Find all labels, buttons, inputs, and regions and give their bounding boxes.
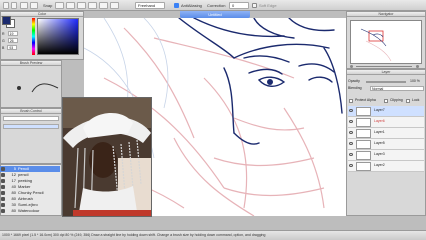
- blending-label: Blending: [348, 86, 362, 90]
- snap-vanishing-button[interactable]: [66, 2, 75, 9]
- zoom-out-icon[interactable]: [350, 65, 353, 68]
- brush-preview-title: Brush Preview: [1, 61, 61, 66]
- layer-thumbnail: [356, 140, 371, 149]
- rgb-green-label: G: [2, 39, 5, 43]
- rgb-green-field[interactable]: 26: [7, 38, 18, 43]
- layer-name: Layer5: [374, 141, 385, 145]
- layer-item[interactable]: Layer6: [348, 117, 424, 128]
- rgb-blue-row: B 93: [2, 45, 18, 50]
- antialiasing-label: AntiAliasing: [181, 3, 202, 8]
- antialiasing-checkbox[interactable]: [174, 3, 179, 8]
- snap-circle-button[interactable]: [88, 2, 97, 9]
- soft-edge-checkbox[interactable]: [252, 3, 257, 8]
- reference-photo-image: [63, 98, 151, 216]
- brush-control-title: Brush Control: [1, 109, 61, 114]
- lock-checkbox[interactable]: [406, 99, 410, 103]
- layer-name: Layer1: [374, 130, 385, 134]
- reference-photo[interactable]: [62, 97, 152, 217]
- layer-thumbnail: [356, 151, 371, 160]
- brush-icon: [1, 166, 5, 171]
- eye-icon[interactable]: [349, 142, 353, 145]
- correction-label: Correction: [207, 3, 226, 8]
- layer-item[interactable]: Layer1: [348, 128, 424, 139]
- snap-off-button[interactable]: [20, 2, 28, 9]
- status-bar: 1000 * 1669 pixel (1.5 * 16.0cm) 300 dpi…: [0, 230, 426, 240]
- navigator-title: Navigator: [347, 12, 425, 17]
- brush-icon: [1, 190, 5, 195]
- opacity-value: 100 %: [410, 79, 420, 83]
- protect-alpha-checkbox[interactable]: [349, 99, 353, 103]
- snap-radial-button[interactable]: [77, 2, 86, 9]
- eye-icon[interactable]: [349, 164, 353, 167]
- layer-panel-title: Layer: [347, 70, 425, 75]
- rgb-red-label: R: [2, 32, 5, 36]
- layer-thumbnail: [356, 107, 371, 116]
- color-panel-title: Color: [1, 12, 83, 17]
- layer-name: Layer6: [374, 119, 385, 123]
- navigator-thumbnail: [360, 28, 392, 62]
- rgb-red-row: R 19: [2, 31, 18, 36]
- brush-icon: [1, 178, 5, 183]
- navigator-preview[interactable]: [350, 20, 422, 64]
- correction-select[interactable]: 0: [229, 2, 249, 9]
- layer-item[interactable]: Layer5: [348, 139, 424, 150]
- rgb-red-field[interactable]: 19: [7, 31, 18, 36]
- layer-item[interactable]: Layer3: [348, 150, 424, 161]
- brush-icon: [1, 196, 5, 201]
- rgb-green-row: G 26: [2, 38, 18, 43]
- layer-name: Layer7: [374, 108, 385, 112]
- brush-item[interactable]: 80 Watercolour: [0, 208, 60, 214]
- opacity-slider[interactable]: [366, 81, 406, 83]
- document-tab[interactable]: Untitled: [180, 11, 250, 18]
- snap-label: Snap: [43, 3, 53, 8]
- eye-icon[interactable]: [349, 131, 353, 134]
- brush-icon: [1, 172, 5, 177]
- clipping-label: Clipping: [390, 98, 403, 102]
- layer-thumbnail: [356, 118, 371, 127]
- brush-opacity-slider[interactable]: [3, 124, 59, 129]
- layer-name: Layer2: [374, 163, 385, 167]
- layer-item[interactable]: Layer7: [348, 106, 424, 117]
- soft-edge-label: Soft Edge: [259, 3, 277, 8]
- toolbar: Snap Freehand AntiAliasing Correction 0 …: [0, 0, 426, 11]
- foreground-color-chip[interactable]: [2, 16, 11, 25]
- clipping-checkbox[interactable]: [384, 99, 388, 103]
- snap-parallel-button[interactable]: [30, 2, 38, 9]
- layer-name: Layer3: [374, 152, 385, 156]
- blending-select[interactable]: Normal: [370, 86, 424, 91]
- eye-icon[interactable]: [349, 120, 353, 123]
- brush-size-slider[interactable]: [3, 116, 59, 121]
- opacity-label: Opacity: [348, 79, 360, 83]
- rgb-blue-label: B: [2, 46, 5, 50]
- layer-thumbnail: [356, 129, 371, 138]
- eye-icon[interactable]: [349, 153, 353, 156]
- brush-icon: [1, 208, 5, 213]
- brush-mode-select[interactable]: Freehand: [135, 2, 165, 9]
- rgb-blue-field[interactable]: 93: [7, 45, 18, 50]
- layer-item[interactable]: Layer2: [348, 161, 424, 172]
- eye-icon[interactable]: [349, 109, 353, 112]
- brush-icon: [1, 184, 5, 189]
- zoom-in-icon[interactable]: [416, 65, 419, 68]
- snap-curve-button[interactable]: [99, 2, 108, 9]
- lock-label: Lock: [412, 98, 420, 102]
- saturation-value-picker[interactable]: [37, 18, 79, 55]
- hue-slider[interactable]: [32, 18, 35, 55]
- protect-alpha-label: Protect Alpha: [355, 98, 376, 102]
- snap-crisscross-button[interactable]: [55, 2, 64, 9]
- brush-stroke-preview: [31, 83, 59, 93]
- zoom-slider[interactable]: [356, 66, 412, 67]
- undo-button[interactable]: [3, 2, 9, 9]
- layer-thumbnail: [356, 162, 371, 171]
- redo-button[interactable]: [11, 2, 17, 9]
- brush-icon: [1, 202, 5, 207]
- snap-settings-button[interactable]: [110, 2, 119, 9]
- brush-tip-preview: [17, 86, 21, 90]
